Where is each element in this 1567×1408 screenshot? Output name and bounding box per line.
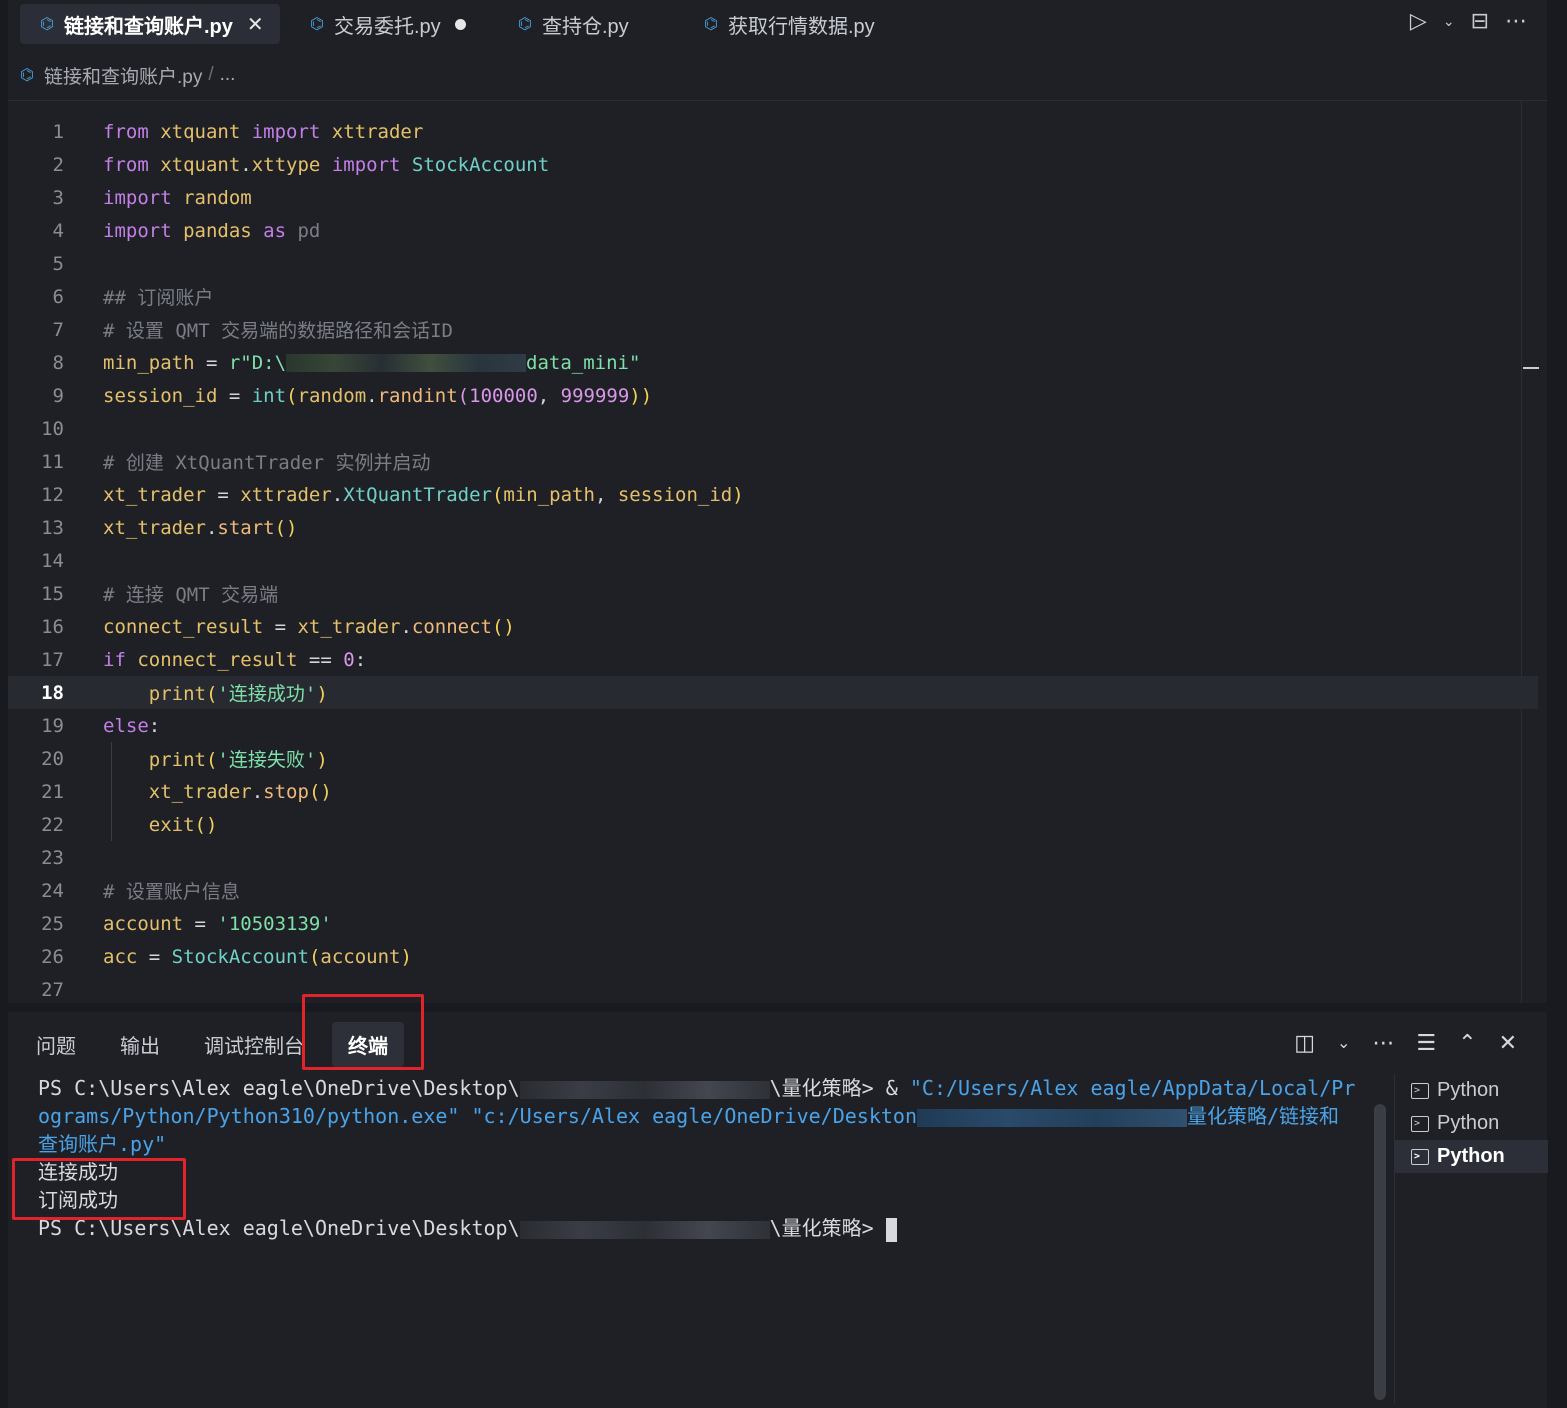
run-icon[interactable]: ▷ (1410, 8, 1427, 34)
split-terminal-icon[interactable]: ◫ (1294, 1030, 1315, 1056)
terminal-icon: > (1411, 1148, 1429, 1165)
tab-problems[interactable]: 问题 (20, 1022, 92, 1067)
tab-label: 链接和查询账户.py (64, 15, 233, 38)
code-line: 19 else: (41, 714, 161, 737)
terminal-instance-active[interactable]: > Python (1395, 1140, 1548, 1173)
code-editor[interactable]: 1 from xtquant import xttrader 2 from xtqu… (8, 101, 1547, 1003)
close-icon[interactable]: ✕ (247, 12, 264, 37)
terminal-line: PS C:\Users\Alex eagle\OneDrive\Desktop\… (38, 1076, 1356, 1100)
terminal-output[interactable]: PS C:\Users\Alex eagle\OneDrive\Desktop\… (38, 1074, 1378, 1404)
code-line: 15 # 连接 QMT 交易端 (41, 582, 279, 607)
code-line: 11 # 创建 XtQuantTrader 实例并启动 (41, 450, 431, 475)
more-actions-icon[interactable]: ⋯ (1505, 8, 1527, 34)
code-line: 14 (41, 549, 64, 572)
tab-label: 获取行情数据.py (728, 15, 875, 38)
editor-tab-bar: ⌬ 链接和查询账户.py ✕ ⌬ 交易委托.py ⌬ 查持仓.py ⌬ 获取行情… (8, 0, 1547, 50)
breadcrumb-file[interactable]: 链接和查询账户.py (44, 62, 202, 89)
bottom-panel: 问题 输出 调试控制台 终端 ◫ ⌄ ⋯ ☰ ⌃ ✕ PS C:\Users\A… (8, 1012, 1548, 1408)
tab-label: 查持仓.py (542, 15, 629, 38)
chevron-down-icon[interactable]: ⌄ (1443, 13, 1455, 30)
code-line: 8 min_path = r"D:\ data_mini" (52, 351, 641, 374)
tab-file-1[interactable]: ⌬ 链接和查询账户.py ✕ (20, 4, 280, 44)
settings-sliders-icon[interactable]: ☰ (1416, 1030, 1436, 1056)
editor-actions: ▷ ⌄ ⊟ ⋯ (1410, 8, 1527, 34)
terminal-output-connect: 连接成功 (38, 1160, 118, 1184)
python-file-icon: ⌬ (40, 16, 54, 33)
tab-file-3[interactable]: ⌬ 查持仓.py (498, 4, 668, 44)
code-line: 24 # 设置账户信息 (41, 879, 240, 904)
redacted-path (286, 354, 527, 372)
code-line: 25 account = '10503139' (41, 912, 332, 935)
code-line: 13 xt_trader.start() (41, 516, 298, 539)
python-file-icon: ⌬ (20, 67, 34, 84)
code-line: 27 (41, 978, 64, 1001)
terminal-instance[interactable]: > Python (1395, 1107, 1548, 1140)
code-line-current: 18 print('连接成功') (8, 676, 1538, 709)
code-line: 23 (41, 846, 64, 869)
code-line: 12 xt_trader = xttrader.XtQuantTrader(min… (41, 483, 744, 506)
code-line: 22 exit() (41, 813, 218, 836)
more-actions-icon[interactable]: ⋯ (1372, 1030, 1394, 1056)
tab-file-2[interactable]: ⌬ 交易委托.py (290, 4, 480, 44)
split-editor-icon[interactable]: ⊟ (1471, 8, 1489, 34)
code-line: 10 (41, 417, 64, 440)
terminal-scrollbar[interactable] (1374, 1104, 1386, 1400)
breadcrumb: ⌬ 链接和查询账户.py / ... (8, 50, 1547, 101)
breadcrumb-more[interactable]: ... (220, 64, 236, 86)
tab-output[interactable]: 输出 (104, 1022, 176, 1067)
maximize-panel-icon[interactable]: ⌃ (1458, 1030, 1476, 1056)
chevron-down-icon[interactable]: ⌄ (1337, 1033, 1350, 1053)
terminal-list: > Python > Python > Python (1394, 1074, 1548, 1404)
python-file-icon: ⌬ (518, 16, 532, 33)
code-line: 20 print('连接失败') (41, 747, 328, 772)
redacted-text (519, 1080, 770, 1099)
highlight-box-terminal-tab (302, 994, 424, 1070)
redacted-text (917, 1108, 1187, 1127)
redacted-text (519, 1220, 770, 1239)
tab-debug-console[interactable]: 调试控制台 (188, 1022, 320, 1067)
panel-actions: ◫ ⌄ ⋯ ☰ ⌃ ✕ (1294, 1030, 1517, 1056)
unsaved-dot-icon[interactable] (454, 18, 466, 30)
code-line: 1 from xtquant import xttrader (52, 120, 424, 143)
terminal-icon: > (1411, 1082, 1429, 1099)
breadcrumb-separator: / (208, 64, 214, 85)
tab-label: 交易委托.py (334, 15, 441, 38)
terminal-prompt: PS C:\Users\Alex eagle\OneDrive\Desktop\… (38, 1214, 1378, 1242)
code-line: 9 session_id = int(random.randint(100000,… (52, 384, 653, 407)
code-line: 16 connect_result = xt_trader.connect() (41, 615, 515, 638)
python-file-icon: ⌬ (310, 16, 324, 33)
code-line: 6 ## 订阅账户 (52, 285, 214, 310)
terminal-icon: > (1411, 1115, 1429, 1132)
code-line: 3 import random (52, 186, 252, 209)
tab-file-4[interactable]: ⌬ 获取行情数据.py (684, 4, 904, 44)
close-panel-icon[interactable]: ✕ (1499, 1030, 1517, 1056)
code-line: 17 if connect_result == 0: (41, 648, 367, 671)
python-file-icon: ⌬ (704, 16, 718, 33)
terminal-instance[interactable]: > Python (1395, 1074, 1548, 1107)
code-line: 4 import pandas as pd (52, 219, 321, 242)
terminal-line: 查询账户.py" (38, 1132, 167, 1156)
code-line: 26 acc = StockAccount(account) (41, 945, 412, 968)
code-line: 2 from xtquant.xttype import StockAccount (52, 153, 550, 176)
code-line: 7 # 设置 QMT 交易端的数据路径和会话ID (52, 318, 453, 343)
terminal-cursor (885, 1217, 897, 1242)
code-line: 5 (52, 252, 64, 275)
terminal-output-subscribe: 订阅成功 (38, 1188, 118, 1212)
highlight-box-output (12, 1158, 186, 1220)
terminal-line: ograms/Python/Python310/python.exe" "c:/… (38, 1104, 1340, 1128)
code-line: 21 xt_trader.stop() (41, 780, 332, 803)
panel-divider[interactable] (0, 1003, 1567, 1012)
